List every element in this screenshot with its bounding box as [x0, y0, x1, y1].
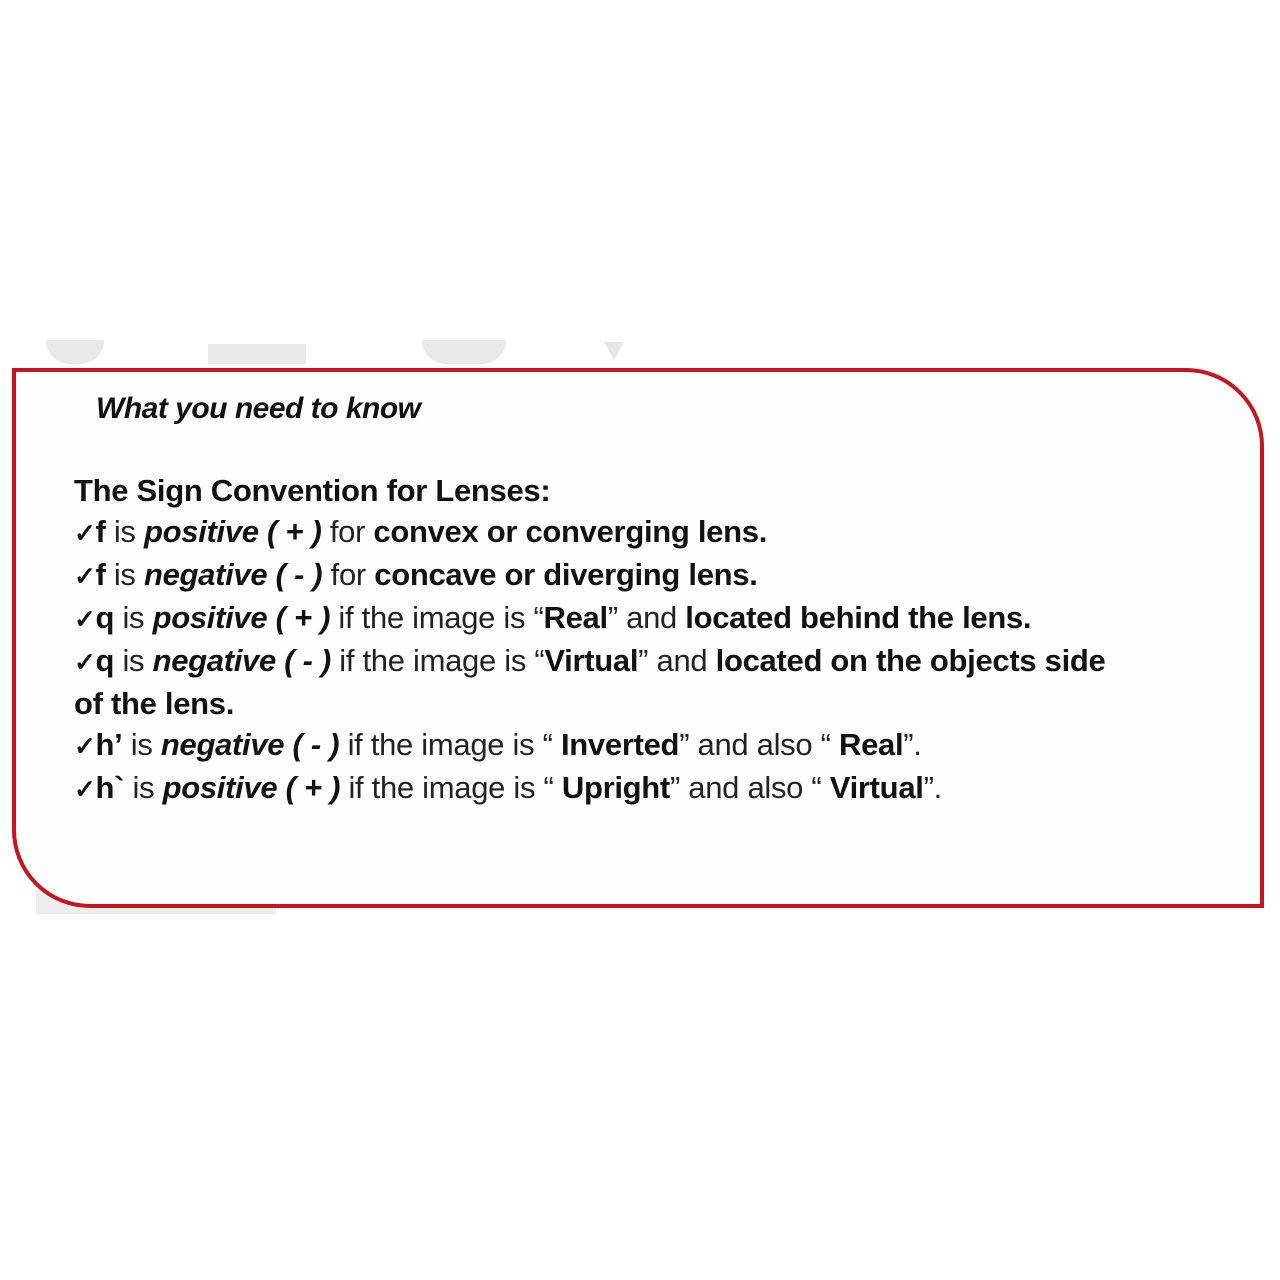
list-heading: The Sign Convention for Lenses:: [74, 473, 551, 508]
text: for: [321, 514, 374, 549]
text: ” and: [638, 643, 716, 678]
text: is: [105, 557, 144, 592]
symbol: h’: [95, 727, 123, 762]
text: is: [122, 727, 161, 762]
text: located on the objects side: [715, 643, 1106, 678]
text: is: [124, 770, 163, 805]
checkmark-icon: ✓: [74, 518, 96, 548]
checkmark-icon: ✓: [74, 774, 96, 804]
text: ” and also “: [679, 727, 839, 762]
card-subtitle: What you need to know: [96, 392, 421, 425]
background-shape: [604, 342, 624, 360]
checkmark-icon: ✓: [74, 561, 96, 591]
sign: negative ( - ): [160, 727, 340, 762]
text: if the image is “: [330, 600, 544, 635]
text: convex or converging lens.: [373, 514, 768, 549]
list-item-continuation: of the lens.: [74, 686, 235, 721]
image-type: Real: [543, 600, 609, 635]
list-item: ✓q is positive ( + ) if the image is “Re…: [74, 597, 1246, 640]
sign-convention-list: The Sign Convention for Lenses: ✓f is po…: [74, 470, 1246, 810]
list-item: ✓f is positive ( + ) for convex or conve…: [74, 511, 1246, 554]
sign: positive ( + ): [143, 514, 322, 549]
image-type: Virtual: [544, 643, 639, 678]
list-item: ✓f is negative ( - ) for concave or dive…: [74, 554, 1246, 597]
text: is: [114, 643, 153, 678]
text: concave or diverging lens.: [374, 557, 758, 592]
checkmark-icon: ✓: [74, 647, 96, 677]
symbol: q: [95, 600, 115, 635]
list-item: ✓h` is positive ( + ) if the image is “ …: [74, 767, 1246, 810]
text: located behind the lens.: [685, 600, 1032, 635]
list-item: ✓h’ is negative ( - ) if the image is “ …: [74, 724, 1246, 767]
image-type: Upright: [561, 770, 670, 805]
sign: negative ( - ): [152, 643, 332, 678]
text: is: [105, 514, 144, 549]
sign: negative ( - ): [143, 557, 323, 592]
text: for: [322, 557, 375, 592]
symbol: f: [95, 557, 106, 592]
background-shape: [422, 340, 506, 364]
text: ”.: [903, 727, 922, 762]
checkmark-icon: ✓: [74, 604, 96, 634]
background-shape: [46, 340, 104, 364]
background-shape: [208, 344, 306, 364]
text: is: [114, 600, 153, 635]
list-item: ✓q is negative ( - ) if the image is “Vi…: [74, 640, 1246, 683]
text: if the image is “: [330, 643, 545, 678]
text: if the image is “: [339, 727, 561, 762]
symbol: q: [95, 643, 115, 678]
symbol: f: [95, 514, 106, 549]
text: ” and also “: [669, 770, 830, 805]
image-type: Inverted: [560, 727, 680, 762]
text: ”.: [923, 770, 943, 805]
image-type: Virtual: [829, 770, 924, 805]
info-card: What you need to know The Sign Conventio…: [12, 368, 1264, 908]
sign: positive ( + ): [152, 600, 331, 635]
text: if the image is “: [340, 770, 562, 805]
image-type: Real: [838, 727, 904, 762]
checkmark-icon: ✓: [74, 731, 96, 761]
symbol: h`: [95, 770, 125, 805]
sign: positive ( + ): [162, 770, 341, 805]
text: ” and: [607, 600, 686, 635]
